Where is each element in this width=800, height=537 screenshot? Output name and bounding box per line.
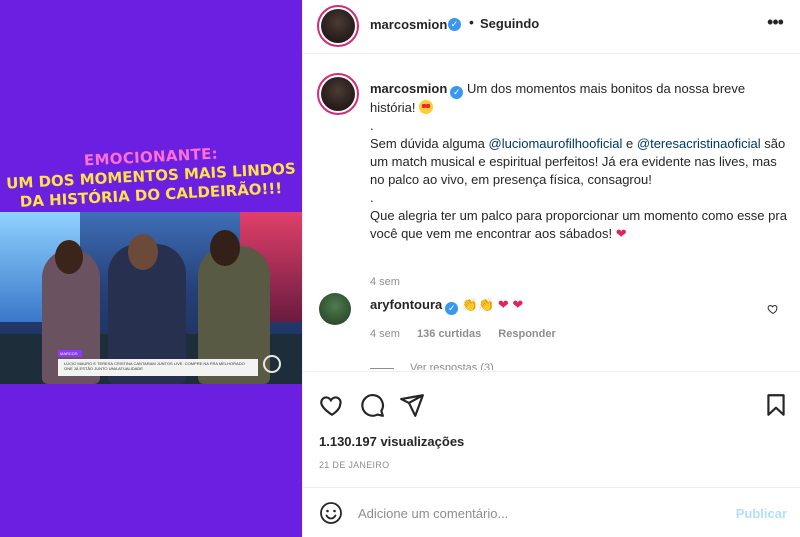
mention-luciomaurofilhooficial[interactable]: @luciomaurofilhooficial <box>489 136 623 151</box>
caption-text: marcosmion ✓ Um dos momentos mais bonitos… <box>370 80 790 243</box>
video-overlay-caption: EMOCIONANTE: UM DOS MOMENTOS MAIS LINDOS… <box>0 145 302 211</box>
caption-username[interactable]: marcosmion <box>370 81 447 96</box>
commenter-avatar[interactable] <box>319 293 351 325</box>
author-username[interactable]: marcosmion <box>370 17 447 32</box>
caption-dot-1: . <box>370 118 374 133</box>
lower-third-tag: MARCOS <box>58 350 82 357</box>
comment-composer: Publicar <box>303 487 800 537</box>
emoji-picker-icon[interactable] <box>319 501 343 525</box>
clapping-hands-emoji-icon: 👏 <box>478 297 495 312</box>
publish-button[interactable]: Publicar <box>736 506 787 521</box>
red-heart-emoji-icon: ❤ <box>497 297 509 312</box>
author-avatar[interactable] <box>321 9 355 43</box>
caption-timestamp[interactable]: 4 sem <box>370 276 400 288</box>
heart-eyes-emoji-icon <box>419 100 434 114</box>
post-header: marcosmion ✓ • Seguindo ••• <box>303 0 800 54</box>
red-heart-emoji-icon: ❤ <box>512 297 524 312</box>
comment-timestamp[interactable]: 4 sem <box>370 328 400 340</box>
performer-left-head <box>55 240 83 274</box>
caption-author-avatar[interactable] <box>321 77 355 111</box>
bookmark-icon[interactable] <box>763 392 789 418</box>
post-actions: 1.130.197 visualizações 21 DE JANEIRO <box>303 371 800 487</box>
mention-teresacristinaoficial[interactable]: @teresacristinaoficial <box>637 136 761 151</box>
comment-icon[interactable] <box>359 392 385 418</box>
comment-body: aryfontoura ✓ 👏👏 ❤ ❤ <box>370 297 523 315</box>
verified-badge-icon: ✓ <box>450 86 464 99</box>
commenter-username[interactable]: aryfontoura <box>370 297 442 312</box>
heart-icon[interactable] <box>319 392 345 418</box>
video-frame[interactable]: MARCOS LÚCIO MAURO E TERESA CRISTINA CAN… <box>0 212 302 384</box>
comment-input[interactable] <box>358 502 718 524</box>
view-replies-button[interactable]: Ver respostas (3) <box>370 362 494 370</box>
caption-dot-2: . <box>370 190 374 205</box>
post-date[interactable]: 21 DE JANEIRO <box>319 460 389 470</box>
comment-meta: 4 sem 136 curtidas Responder <box>370 328 570 340</box>
following-button[interactable]: Seguindo <box>480 16 539 31</box>
host-center-head <box>128 234 158 270</box>
caption-line-2-prefix: Sem dúvida alguma <box>370 136 485 151</box>
caption-and: e <box>626 136 634 151</box>
red-heart-emoji-icon: ❤ <box>615 226 627 241</box>
more-horizontal-icon[interactable]: ••• <box>763 12 787 36</box>
performer-right-head <box>210 230 240 266</box>
share-icon[interactable] <box>399 392 425 418</box>
clapping-hands-emoji-icon: 👏 <box>461 297 479 312</box>
verified-badge-icon: ✓ <box>445 302 459 315</box>
comments-section[interactable]: marcosmion ✓ Um dos momentos mais bonitos… <box>303 55 800 370</box>
post-media[interactable]: EMOCIONANTE: UM DOS MOMENTOS MAIS LINDOS… <box>0 0 302 537</box>
header-separator: • <box>469 14 474 30</box>
reply-button[interactable]: Responder <box>498 328 555 340</box>
verified-badge-icon: ✓ <box>448 18 461 31</box>
comment-likes[interactable]: 136 curtidas <box>417 328 481 340</box>
comment-like-heart-icon[interactable] <box>767 303 779 315</box>
caption-line-3: Que alegria ter um palco para proporcion… <box>370 208 787 241</box>
broadcaster-logo-icon <box>263 355 281 373</box>
view-count[interactable]: 1.130.197 visualizações <box>319 434 464 449</box>
tv-lower-third: MARCOS LÚCIO MAURO E TERESA CRISTINA CAN… <box>58 350 258 376</box>
post-details-panel: marcosmion ✓ • Seguindo ••• marcosmion ✓ … <box>302 0 800 537</box>
lower-third-text: LÚCIO MAURO E TERESA CRISTINA CANTARAM J… <box>58 359 258 376</box>
